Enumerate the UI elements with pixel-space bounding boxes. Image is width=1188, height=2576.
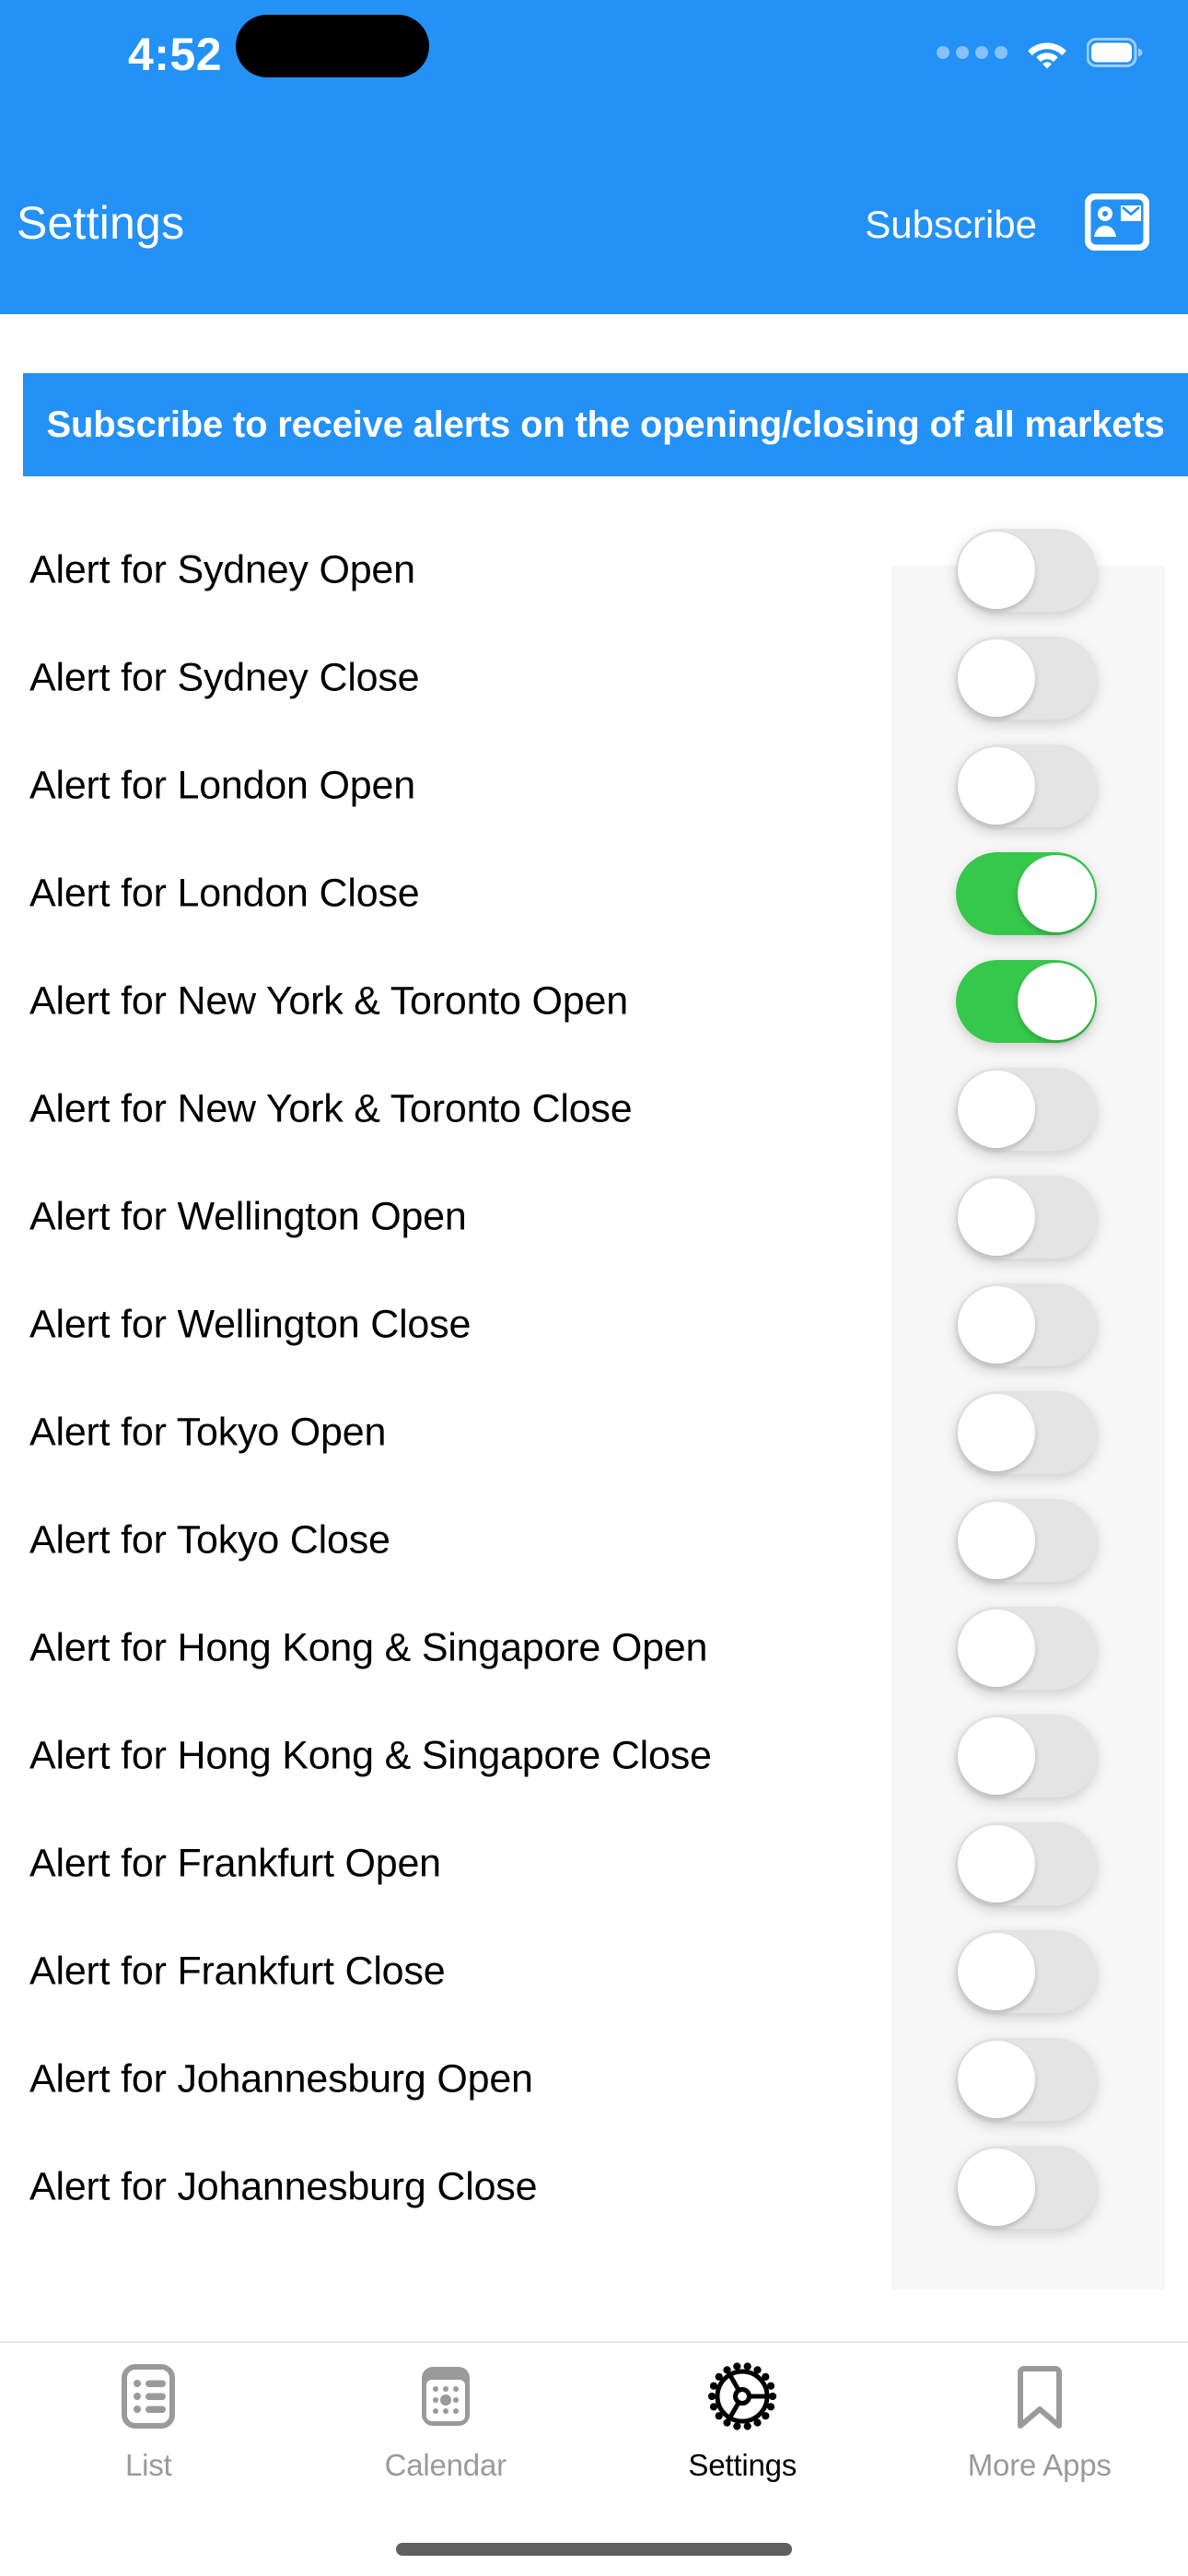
alert-row[interactable]: Alert for Tokyo Close [0,1486,1188,1594]
toggle-knob [958,1501,1035,1579]
alert-row-label: Alert for Frankfurt Open [29,1841,441,1885]
tab-item-settings[interactable]: Settings [594,2343,891,2483]
status-bar-clock: 4:52 [127,29,223,80]
alert-toggle[interactable] [956,2037,1097,2121]
alert-row[interactable]: Alert for Wellington Open [0,1163,1188,1270]
alert-row[interactable]: Alert for Tokyo Open [0,1378,1188,1486]
alert-toggle[interactable] [956,1498,1097,1582]
alert-toggle[interactable] [956,1175,1097,1259]
status-bar-indicators [937,31,1144,74]
tab-item-label: More Apps [967,2448,1112,2482]
tab-item-list[interactable]: List [0,2343,297,2483]
alert-row-label: Alert for Johannesburg Open [29,2056,533,2101]
alert-row[interactable]: Alert for Johannesburg Open [0,2025,1188,2133]
alert-row[interactable]: Alert for Sydney Close [0,624,1188,732]
alert-row-label: Alert for New York & Toronto Open [29,978,628,1023]
dynamic-island [236,15,429,77]
toggle-knob [958,2040,1035,2118]
toggle-knob [958,638,1035,717]
alert-toggle[interactable] [956,1282,1097,1366]
toggle-knob [958,1824,1035,1903]
page-title: Settings [17,197,185,249]
wifi-icon [1026,36,1068,69]
calendar-icon [410,2361,482,2437]
alert-toggle[interactable] [956,636,1097,720]
toggle-knob [958,1070,1035,1148]
alert-row-label: Alert for Tokyo Close [29,1517,390,1562]
tab-item-label: List [124,2448,172,2482]
tab-items: List Calendar Settings More Apps [0,2343,1188,2527]
toggle-knob [958,1285,1035,1364]
alert-toggle[interactable] [956,1929,1097,2013]
alert-row-label: Alert for Sydney Close [29,655,420,699]
alert-row[interactable]: Alert for Johannesburg Close [0,2133,1188,2241]
alert-row[interactable]: Alert for New York & Toronto Open [0,947,1188,1055]
list-icon [112,2361,184,2437]
toggle-knob [958,1716,1035,1795]
alert-row[interactable]: Alert for London Close [0,839,1188,947]
alert-toggle[interactable] [956,851,1097,935]
alert-toggle[interactable] [956,2145,1097,2229]
alert-toggle[interactable] [956,1067,1097,1151]
toggle-knob [958,1177,1035,1256]
toggle-knob [958,1932,1035,2010]
toggle-knob [958,746,1035,825]
alert-row-label: Alert for Frankfurt Close [29,1949,446,1993]
battery-full-icon [1086,38,1144,67]
alert-row-label: Alert for Hong Kong & Singapore Open [29,1625,708,1669]
alert-row-label: Alert for New York & Toronto Close [29,1086,633,1130]
alert-row-label: Alert for Wellington Open [29,1194,467,1238]
app-header: 4:52 Settings Subscribe [0,0,1188,314]
alert-row[interactable]: Alert for Frankfurt Close [0,1917,1188,2025]
toggle-knob [958,1393,1035,1471]
contact-card-icon[interactable] [1084,193,1150,252]
alert-toggle[interactable] [956,528,1097,612]
tab-item-calendar[interactable]: Calendar [297,2343,595,2483]
bookmark-icon [1004,2361,1076,2437]
toggle-knob [958,2148,1035,2226]
promo-banner[interactable]: Subscribe to receive alerts on the openi… [23,373,1188,476]
alert-toggle[interactable] [956,1390,1097,1474]
tab-item-label: Settings [688,2448,798,2482]
tab-item-more-apps[interactable]: More Apps [891,2343,1188,2483]
promo-banner-text: Subscribe to receive alerts on the openi… [46,404,1165,445]
alert-toggle[interactable] [956,744,1097,827]
toggle-knob [958,531,1035,609]
alert-row[interactable]: Alert for New York & Toronto Close [0,1055,1188,1163]
subscribe-button[interactable]: Subscribe [865,203,1037,247]
alert-row[interactable]: Alert for Hong Kong & Singapore Close [0,1702,1188,1809]
home-indicator[interactable] [396,2543,792,2556]
alerts-list: Alert for Sydney Open Alert for Sydney Cl… [0,516,1188,2322]
alert-toggle[interactable] [956,1606,1097,1690]
alert-row-label: Alert for London Open [29,763,415,807]
alert-row-label: Alert for Sydney Open [29,547,415,591]
alert-toggle[interactable] [956,1821,1097,1905]
alert-row[interactable]: Alert for London Open [0,732,1188,839]
alert-row-label: Alert for Hong Kong & Singapore Close [29,1733,712,1777]
signal-dots-icon [937,46,1007,59]
alert-row-label: Alert for London Close [29,871,420,915]
status-bar: 4:52 [0,0,1188,124]
alert-row-label: Alert for Tokyo Open [29,1410,387,1454]
alert-row-label: Alert for Wellington Close [29,1302,472,1346]
alert-toggle[interactable] [956,1714,1097,1797]
alert-row[interactable]: Alert for Sydney Open [0,516,1188,624]
gear-icon [706,2361,778,2437]
tab-item-label: Calendar [384,2448,507,2482]
alert-row[interactable]: Alert for Wellington Close [0,1270,1188,1378]
toggle-knob [1018,854,1095,932]
bottom-tab-bar: List Calendar Settings More Apps [0,2341,1188,2576]
toggle-knob [1018,962,1095,1040]
alert-toggle[interactable] [956,959,1097,1043]
alert-row-label: Alert for Johannesburg Close [29,2164,538,2208]
alert-row[interactable]: Alert for Frankfurt Open [0,1809,1188,1917]
alert-row[interactable]: Alert for Hong Kong & Singapore Open [0,1594,1188,1702]
toggle-knob [958,1609,1035,1687]
app-screen: 4:52 Settings Subscribe Subscribe to rec… [0,0,1188,2576]
